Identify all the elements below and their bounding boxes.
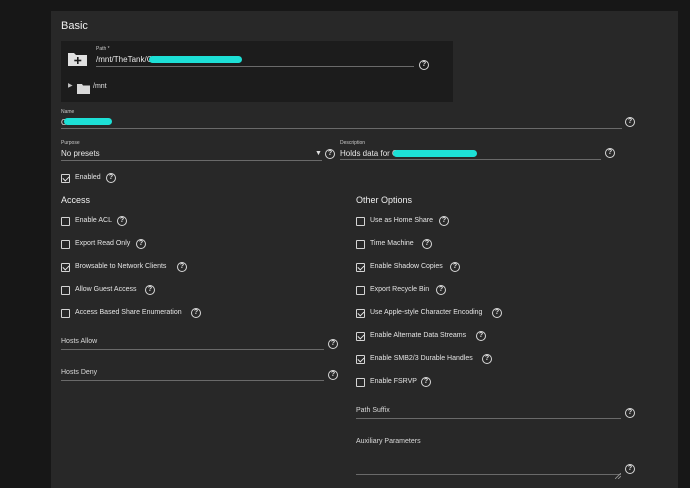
browsable-checkbox[interactable] bbox=[61, 263, 70, 272]
purpose-label: Purpose bbox=[61, 140, 80, 146]
apple-encoding-label: Use Apple-style Character Encoding bbox=[370, 309, 483, 316]
description-label: Description bbox=[340, 140, 366, 146]
apple-encoding-checkbox[interactable] bbox=[356, 309, 365, 318]
export-read-only-label: Export Read Only bbox=[75, 240, 131, 247]
tree-item-mnt[interactable]: /mnt bbox=[93, 83, 107, 90]
purpose-select[interactable]: No presets bbox=[61, 149, 100, 158]
enable-acl-label: Enable ACL bbox=[75, 217, 112, 224]
auxiliary-parameters-underline bbox=[356, 474, 621, 475]
help-icon[interactable]: ? bbox=[325, 149, 335, 159]
home-share-label: Use as Home Share bbox=[370, 217, 434, 224]
allow-guest-checkbox[interactable] bbox=[61, 286, 70, 295]
name-label: Name bbox=[61, 109, 75, 115]
help-icon[interactable]: ? bbox=[421, 377, 431, 387]
shadow-copies-label: Enable Shadow Copies bbox=[370, 263, 443, 270]
name-underline bbox=[61, 128, 622, 129]
hosts-allow-input[interactable]: Hosts Allow bbox=[61, 338, 97, 345]
fsrvp-checkbox[interactable] bbox=[356, 378, 365, 387]
help-icon[interactable]: ? bbox=[191, 308, 201, 318]
recycle-bin-checkbox[interactable] bbox=[356, 286, 365, 295]
recycle-bin-label: Export Recycle Bin bbox=[370, 286, 430, 293]
hosts-deny-input[interactable]: Hosts Deny bbox=[61, 369, 97, 376]
browsable-label: Browsable to Network Clients bbox=[75, 263, 167, 270]
help-icon[interactable]: ? bbox=[136, 239, 146, 249]
auxiliary-parameters-textarea[interactable]: Auxiliary Parameters bbox=[356, 438, 421, 445]
help-icon[interactable]: ? bbox=[419, 60, 429, 70]
time-machine-checkbox[interactable] bbox=[356, 240, 365, 249]
description-underline bbox=[340, 159, 601, 160]
help-icon[interactable]: ? bbox=[625, 117, 635, 127]
abse-checkbox[interactable] bbox=[61, 309, 70, 318]
hosts-allow-underline bbox=[61, 349, 324, 350]
path-underline bbox=[96, 66, 414, 67]
enable-acl-checkbox[interactable] bbox=[61, 217, 70, 226]
help-icon[interactable]: ? bbox=[328, 339, 338, 349]
redaction-mark bbox=[149, 56, 242, 63]
help-icon[interactable]: ? bbox=[145, 285, 155, 295]
help-icon[interactable]: ? bbox=[117, 216, 127, 226]
help-icon[interactable]: ? bbox=[450, 262, 460, 272]
hosts-deny-underline bbox=[61, 380, 324, 381]
help-icon[interactable]: ? bbox=[625, 464, 635, 474]
path-suffix-input[interactable]: Path Suffix bbox=[356, 407, 390, 414]
help-icon[interactable]: ? bbox=[482, 354, 492, 364]
path-input[interactable]: /mnt/TheTank/O bbox=[96, 55, 153, 64]
section-title-other-options: Other Options bbox=[356, 195, 413, 205]
section-title-basic: Basic bbox=[61, 20, 88, 32]
help-icon[interactable]: ? bbox=[106, 173, 116, 183]
section-title-access: Access bbox=[61, 195, 91, 205]
create-folder-icon[interactable] bbox=[68, 52, 87, 66]
alternate-streams-label: Enable Alternate Data Streams bbox=[370, 332, 467, 339]
help-icon[interactable]: ? bbox=[439, 216, 449, 226]
allow-guest-label: Allow Guest Access bbox=[75, 286, 137, 293]
help-icon[interactable]: ? bbox=[605, 148, 615, 158]
time-machine-label: Time Machine bbox=[370, 240, 414, 247]
help-icon[interactable]: ? bbox=[177, 262, 187, 272]
durable-handles-checkbox[interactable] bbox=[356, 355, 365, 364]
shadow-copies-checkbox[interactable] bbox=[356, 263, 365, 272]
export-read-only-checkbox[interactable] bbox=[61, 240, 70, 249]
help-icon[interactable]: ? bbox=[328, 370, 338, 380]
help-icon[interactable]: ? bbox=[625, 408, 635, 418]
redaction-mark bbox=[64, 118, 112, 125]
durable-handles-label: Enable SMB2/3 Durable Handles bbox=[370, 355, 473, 362]
enabled-label: Enabled bbox=[75, 174, 101, 181]
help-icon[interactable]: ? bbox=[476, 331, 486, 341]
file-explorer: Path * /mnt/TheTank/O ? ▶ /mnt bbox=[61, 41, 453, 102]
help-icon[interactable]: ? bbox=[436, 285, 446, 295]
purpose-underline bbox=[61, 160, 322, 161]
help-icon[interactable]: ? bbox=[492, 308, 502, 318]
folder-icon bbox=[77, 81, 90, 94]
home-share-checkbox[interactable] bbox=[356, 217, 365, 226]
path-label: Path * bbox=[96, 46, 110, 52]
description-input[interactable]: Holds data for O bbox=[340, 149, 398, 158]
chevron-down-icon[interactable]: ▼ bbox=[315, 150, 322, 157]
expand-arrow-icon[interactable]: ▶ bbox=[68, 82, 73, 89]
enabled-checkbox[interactable] bbox=[61, 174, 70, 183]
help-icon[interactable]: ? bbox=[422, 239, 432, 249]
abse-label: Access Based Share Enumeration bbox=[75, 309, 182, 316]
path-suffix-underline bbox=[356, 418, 621, 419]
resize-handle-icon[interactable] bbox=[614, 466, 622, 480]
redaction-mark bbox=[393, 150, 477, 157]
alternate-streams-checkbox[interactable] bbox=[356, 332, 365, 341]
fsrvp-label: Enable FSRVP bbox=[370, 378, 417, 385]
